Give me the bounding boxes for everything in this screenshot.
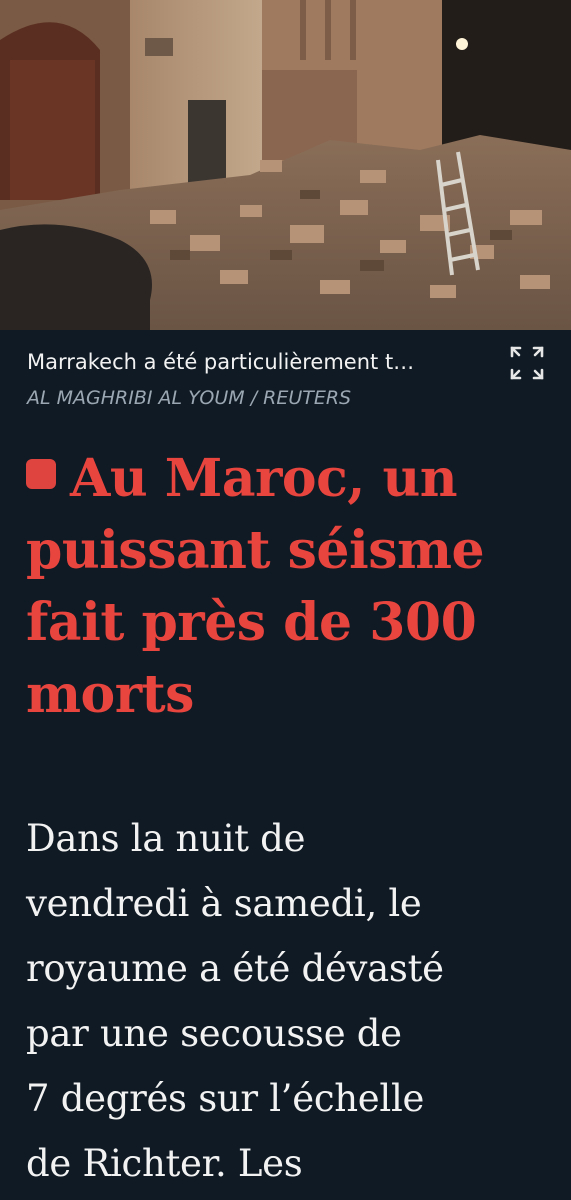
expand-photo-button[interactable] bbox=[510, 346, 544, 380]
lede-line: par une secousse de bbox=[26, 1012, 402, 1055]
lede-line: royaume a été dévasté bbox=[26, 947, 444, 990]
article-header: Au Maroc, un puissant séisme fait près d… bbox=[26, 443, 546, 731]
earthquake-rubble-photo bbox=[0, 0, 571, 330]
photo-caption-bar: Marrakech a été particulièrement t… AL M… bbox=[0, 330, 571, 420]
lede-line: 7 degrés sur l’échelle bbox=[26, 1077, 425, 1120]
lede-line: Dans la nuit de bbox=[26, 817, 306, 860]
article-title-text: Au Maroc, un puissant séisme fait près d… bbox=[26, 448, 485, 725]
article-lede: Dans la nuit de vendredi à samedi, le roya… bbox=[26, 806, 546, 1196]
article-photo[interactable] bbox=[0, 0, 571, 330]
photo-credit: AL MAGHRIBI AL YOUM / REUTERS bbox=[27, 387, 352, 409]
photo-caption[interactable]: Marrakech a été particulièrement t… bbox=[27, 347, 482, 377]
expand-icon bbox=[510, 346, 544, 380]
lede-line: de Richter. Les bbox=[26, 1142, 303, 1185]
lede-line: vendredi à samedi, le bbox=[26, 882, 422, 925]
article-title: Au Maroc, un puissant séisme fait près d… bbox=[26, 443, 546, 731]
live-marker-icon bbox=[26, 459, 56, 489]
